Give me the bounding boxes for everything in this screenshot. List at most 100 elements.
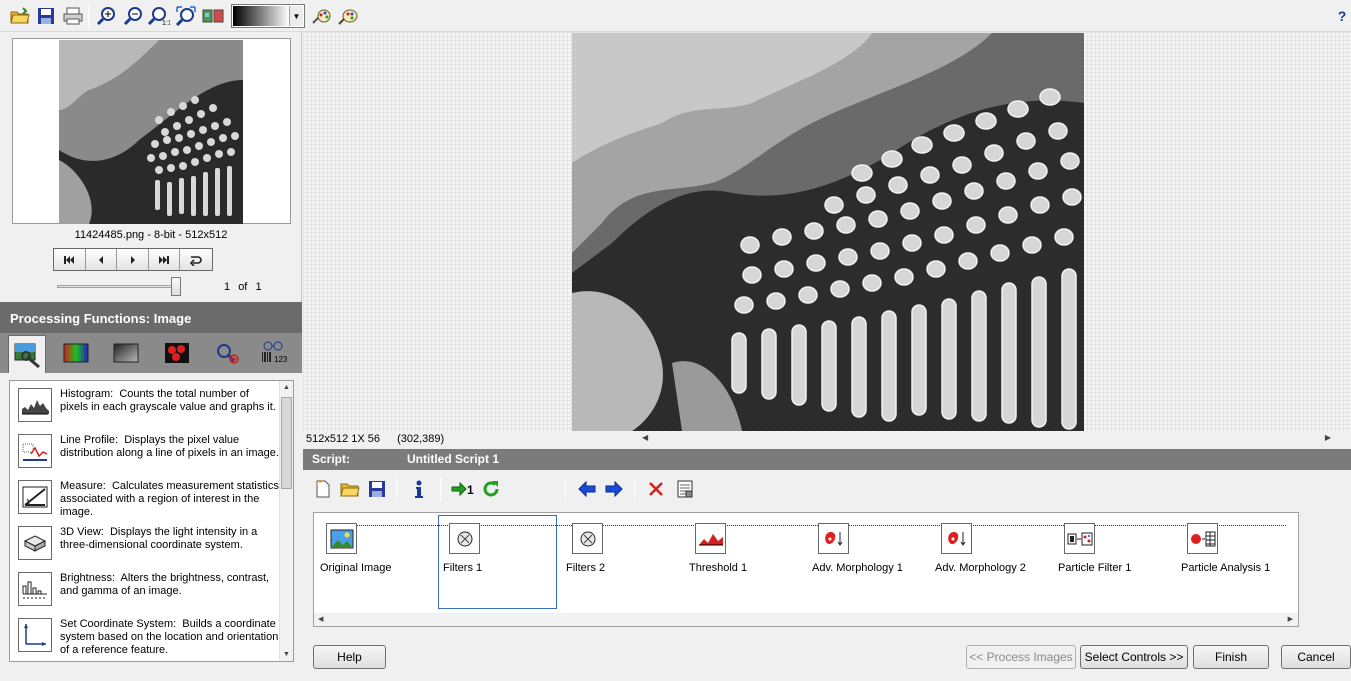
script-step-filters-2[interactable]: Filters 2: [562, 523, 680, 583]
main-toolbar: 1:1 ▼ ?: [0, 0, 1351, 32]
morphology-icon: [818, 523, 849, 554]
tab-binary[interactable]: [158, 335, 196, 371]
color-palette-icon[interactable]: [336, 4, 360, 28]
scroll-right-icon[interactable]: ▶: [1325, 433, 1331, 442]
3d-view-icon: [18, 526, 52, 560]
process-images-button[interactable]: << Process Images: [966, 645, 1076, 669]
image-size-zoom: 512x512 1X 56: [306, 433, 381, 445]
previous-icon: [98, 255, 103, 264]
move-step-right-icon[interactable]: [602, 477, 626, 501]
performance-meter-icon[interactable]: [673, 477, 697, 501]
item-title: 3D View:: [60, 526, 104, 538]
script-toolbar: 1: [303, 470, 1351, 510]
processing-tabs: 123: [0, 333, 302, 373]
list-item-3d-view[interactable]: 3D View: Displays the light intensity in…: [18, 526, 278, 570]
identification-tab-icon: 123: [262, 341, 288, 364]
tab-grayscale[interactable]: [107, 335, 145, 371]
run-once-icon[interactable]: 1: [451, 477, 475, 501]
brightness-icon: [18, 572, 52, 606]
svg-text:123: 123: [274, 355, 288, 364]
histogram-icon: [18, 388, 52, 422]
toolbar-separator: [440, 477, 441, 501]
list-item-coordinate-system[interactable]: Set Coordinate System: Builds a coordina…: [18, 618, 278, 661]
morphology-icon: [941, 523, 972, 554]
item-title: Set Coordinate System:: [60, 618, 177, 630]
zoom-fit-icon[interactable]: [174, 4, 198, 28]
page-current: 1: [224, 281, 231, 293]
page-of-label: of: [238, 281, 248, 293]
step-label: Threshold 1: [689, 562, 748, 574]
select-controls-button[interactable]: Select Controls >>: [1080, 645, 1188, 669]
step-label: Particle Analysis 1: [1181, 562, 1271, 574]
zoom-out-icon[interactable]: [121, 4, 145, 28]
skip-last-icon: [159, 255, 170, 264]
delete-step-icon[interactable]: [644, 477, 668, 501]
scroll-left-icon[interactable]: ◀: [642, 433, 648, 442]
step-label: Filters 2: [566, 562, 606, 574]
step-label: Adv. Morphology 2: [935, 562, 1026, 574]
list-item-line-profile[interactable]: Line Profile: Displays the pixel value d…: [18, 434, 279, 478]
scroll-up-icon[interactable]: ▲: [280, 381, 293, 394]
help-button[interactable]: Help: [313, 645, 386, 669]
script-canvas[interactable]: Original Image Filters 1 Filters 2 Thres…: [313, 512, 1299, 627]
script-step-filters-1[interactable]: Filters 1: [439, 523, 557, 583]
open-script-icon[interactable]: [338, 477, 362, 501]
magic-wand-icon[interactable]: [309, 4, 333, 28]
finish-button[interactable]: Finish: [1193, 645, 1269, 669]
step-label: Particle Filter 1: [1058, 562, 1132, 574]
scrollbar-thumb[interactable]: [281, 397, 292, 489]
script-step-particle-filter-1[interactable]: Particle Filter 1: [1054, 523, 1172, 583]
open-image-icon[interactable]: [8, 4, 32, 28]
tab-machine-vision[interactable]: [208, 335, 246, 371]
help-icon[interactable]: ?: [1333, 4, 1351, 28]
scroll-down-icon[interactable]: ▼: [280, 648, 293, 661]
zoom-in-icon[interactable]: [94, 4, 118, 28]
tab-identification[interactable]: 123: [257, 335, 295, 371]
particle-analysis-icon: [1187, 523, 1218, 554]
info-icon[interactable]: [407, 477, 431, 501]
chevron-down-icon[interactable]: ▼: [289, 6, 303, 26]
measure-icon: [18, 480, 52, 514]
step-label: Original Image: [320, 562, 392, 574]
list-item-histogram[interactable]: Histogram: Counts the total number of pi…: [18, 388, 278, 432]
next-image-button[interactable]: [117, 249, 149, 270]
move-step-left-icon[interactable]: [575, 477, 599, 501]
left-panel: 11424485.png - 8-bit - 512x512 1 of 1 Pr…: [0, 32, 302, 681]
script-step-threshold-1[interactable]: Threshold 1: [685, 523, 803, 583]
new-script-icon[interactable]: [311, 477, 335, 501]
image-type-icon[interactable]: [201, 4, 225, 28]
scroll-left-icon[interactable]: ◀: [318, 615, 323, 623]
palette-gradient-select[interactable]: ▼: [231, 4, 305, 28]
save-image-icon[interactable]: [34, 4, 58, 28]
cancel-button[interactable]: Cancel: [1281, 645, 1351, 669]
script-step-particle-analysis-1[interactable]: Particle Analysis 1: [1177, 523, 1295, 583]
last-image-button[interactable]: [148, 249, 181, 270]
tab-image[interactable]: [8, 335, 46, 373]
script-step-original-image[interactable]: Original Image: [316, 523, 434, 583]
step-label: Filters 1: [443, 562, 483, 574]
thumbnail-frame: [12, 38, 291, 224]
list-item-measure[interactable]: Measure: Calculates measurement statisti…: [18, 480, 279, 524]
filter-icon: [572, 523, 603, 554]
list-scrollbar[interactable]: ▲ ▼: [279, 381, 293, 661]
image-slider-thumb[interactable]: [171, 277, 181, 296]
image-slider-track[interactable]: [57, 285, 181, 288]
script-horizontal-scrollbar[interactable]: ◀ ▶: [314, 613, 1298, 626]
zoom-1-1-icon[interactable]: 1:1: [147, 4, 171, 28]
first-image-button[interactable]: [54, 249, 86, 270]
previous-image-button[interactable]: [85, 249, 118, 270]
thumbnail-image[interactable]: [59, 40, 243, 224]
save-script-icon[interactable]: [365, 477, 389, 501]
script-step-adv-morphology-2[interactable]: Adv. Morphology 2: [931, 523, 1049, 583]
image-display[interactable]: [303, 32, 1351, 432]
list-item-brightness[interactable]: Brightness: Alters the brightness, contr…: [18, 572, 278, 616]
main-image[interactable]: [572, 33, 1084, 431]
scroll-right-icon[interactable]: ▶: [1288, 615, 1293, 623]
script-step-adv-morphology-1[interactable]: Adv. Morphology 1: [808, 523, 926, 583]
loop-images-button[interactable]: [180, 249, 213, 270]
tab-color[interactable]: [57, 335, 95, 371]
print-icon[interactable]: [61, 4, 85, 28]
original-image-icon: [326, 523, 357, 554]
page-total: 1: [255, 281, 262, 293]
run-loop-icon[interactable]: [479, 477, 503, 501]
